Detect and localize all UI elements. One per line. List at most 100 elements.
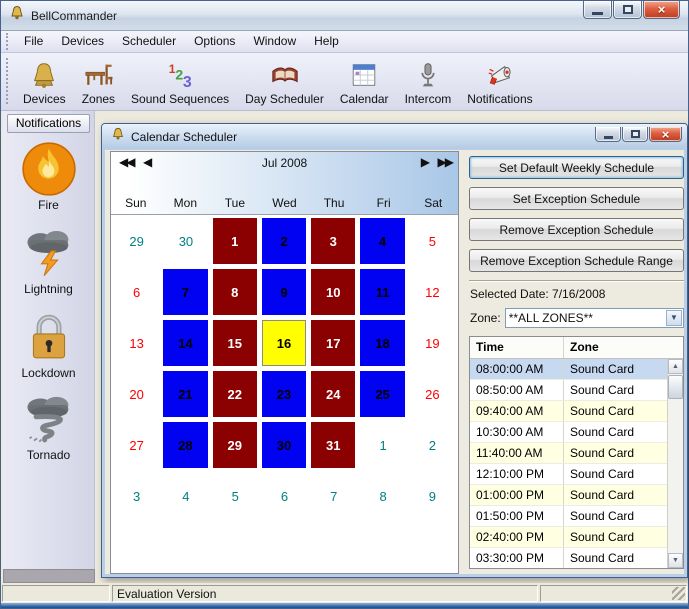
sidebar-item-tornado[interactable]: Tornado [3,391,94,462]
schedule-row[interactable]: 02:40:00 PMSound Card [470,527,667,548]
schedule-row[interactable]: 12:10:00 PMSound Card [470,464,667,485]
calendar-day-20[interactable]: 20 [112,369,161,420]
zone-column-header[interactable]: Zone [564,337,683,358]
calendar-day-10[interactable]: 10 [309,267,358,318]
time-column-header[interactable]: Time [470,337,564,358]
calendar-grid: 2930123456789101112131415161718192021222… [112,216,457,573]
calendar-day-2[interactable]: 2 [260,216,309,267]
calendar-day-21[interactable]: 21 [161,369,210,420]
calendar-day-12[interactable]: 12 [408,267,457,318]
dialog-close-button[interactable]: × [649,127,682,142]
calendar-day-26[interactable]: 26 [408,369,457,420]
zone-dropdown-button[interactable]: ▼ [666,310,682,326]
resize-grip[interactable] [672,587,685,600]
calendar-day-16[interactable]: 16 [260,318,309,369]
calendar-day-25[interactable]: 25 [358,369,407,420]
calendar-day-22[interactable]: 22 [211,369,260,420]
calendar-day-27[interactable]: 27 [112,420,161,471]
toolbar: DevicesZones123Sound SequencesDay Schedu… [1,53,688,111]
day-header-tue: Tue [210,193,260,213]
calendar-day-28[interactable]: 28 [161,420,210,471]
calendar-day-23[interactable]: 23 [260,369,309,420]
calendar-last-icon[interactable]: ▶▶ [438,155,452,169]
dialog-minimize-button[interactable] [595,127,621,142]
calendar-day-4[interactable]: 4 [358,216,407,267]
calendar-day-30[interactable]: 30 [260,420,309,471]
menubar-gripper[interactable] [6,33,11,50]
dialog-maximize-button[interactable] [622,127,648,142]
calendar-day-14[interactable]: 14 [161,318,210,369]
calendar-day-number: 19 [408,318,457,369]
menu-item-window[interactable]: Window [244,31,305,52]
calendar-day-3[interactable]: 3 [309,216,358,267]
scrollbar-thumb[interactable] [668,375,683,399]
calendar-day-6[interactable]: 6 [112,267,161,318]
menu-item-file[interactable]: File [15,31,52,52]
calendar-day-8[interactable]: 8 [211,267,260,318]
toolbar-gripper[interactable] [6,58,11,104]
calendar-day-13[interactable]: 13 [112,318,161,369]
calendar-day-8[interactable]: 8 [358,471,407,522]
calendar-day-1[interactable]: 1 [358,420,407,471]
menu-item-help[interactable]: Help [305,31,348,52]
calendar-day-6[interactable]: 6 [260,471,309,522]
schedule-row[interactable]: 08:50:00 AMSound Card [470,380,667,401]
calendar-day-9[interactable]: 9 [260,267,309,318]
calendar-day-11[interactable]: 11 [358,267,407,318]
calendar-day-31[interactable]: 31 [309,420,358,471]
set-default-weekly-schedule-button[interactable]: Set Default Weekly Schedule [469,156,684,179]
schedule-row[interactable]: 03:30:00 PMSound Card [470,548,667,569]
close-button[interactable]: × [643,1,680,19]
menu-item-options[interactable]: Options [185,31,244,52]
calendar-day-number: 28 [163,422,207,468]
set-exception-schedule-button[interactable]: Set Exception Schedule [469,187,684,210]
calendar-day-7[interactable]: 7 [161,267,210,318]
calendar-day-5[interactable]: 5 [211,471,260,522]
calendar-day-2[interactable]: 2 [408,420,457,471]
schedule-row[interactable]: 09:40:00 AMSound Card [470,401,667,422]
sidebar-item-fire[interactable]: Fire [3,141,94,212]
table-scrollbar[interactable]: ▲ ▼ [667,359,683,568]
calendar-day-1[interactable]: 1 [211,216,260,267]
calendar-next-icon[interactable]: ▶ [421,155,428,169]
schedule-row[interactable]: 10:30:00 AMSound Card [470,422,667,443]
toolbar-item-intercom[interactable]: Intercom [397,53,460,110]
remove-exception-schedule-range-button[interactable]: Remove Exception Schedule Range [469,249,684,272]
toolbar-item-day-scheduler[interactable]: Day Scheduler [237,53,332,110]
calendar-day-29[interactable]: 29 [211,420,260,471]
zone-select[interactable]: **ALL ZONES** ▼ [505,308,684,328]
schedule-row[interactable]: 01:00:00 PMSound Card [470,485,667,506]
sidebar-label-fire: Fire [3,198,94,212]
remove-exception-schedule-button[interactable]: Remove Exception Schedule [469,218,684,241]
toolbar-item-zones[interactable]: Zones [74,53,123,110]
calendar-day-3[interactable]: 3 [112,471,161,522]
calendar-day-19[interactable]: 19 [408,318,457,369]
maximize-button[interactable] [613,1,642,19]
menu-item-scheduler[interactable]: Scheduler [113,31,185,52]
calendar-day-17[interactable]: 17 [309,318,358,369]
schedule-row[interactable]: 01:50:00 PMSound Card [470,506,667,527]
calendar-day-7[interactable]: 7 [309,471,358,522]
scroll-down-icon[interactable]: ▼ [668,553,683,568]
calendar-day-24[interactable]: 24 [309,369,358,420]
sidebar-item-lockdown[interactable]: Lockdown [3,307,94,380]
schedule-row[interactable]: 11:40:00 AMSound Card [470,443,667,464]
calendar-day-29[interactable]: 29 [112,216,161,267]
calendar-day-9[interactable]: 9 [408,471,457,522]
calendar-day-15[interactable]: 15 [211,318,260,369]
toolbar-item-notifications[interactable]: Notifications [459,53,540,110]
calendar-day-5[interactable]: 5 [408,216,457,267]
menu-item-devices[interactable]: Devices [52,31,113,52]
sidebar-item-lightning[interactable]: Lightning [3,223,94,296]
calendar-day-30[interactable]: 30 [161,216,210,267]
toolbar-item-devices[interactable]: Devices [15,53,74,110]
calendar-day-18[interactable]: 18 [358,318,407,369]
minimize-button[interactable] [583,1,612,19]
toolbar-item-calendar[interactable]: Calendar [332,53,397,110]
toolbar-item-sound-sequences[interactable]: 123Sound Sequences [123,53,237,110]
calendar-day-4[interactable]: 4 [161,471,210,522]
notifications-tab[interactable]: Notifications [7,114,90,133]
calendar-day-number: 26 [408,369,457,420]
scroll-up-icon[interactable]: ▲ [668,359,683,374]
schedule-row[interactable]: 08:00:00 AMSound Card [470,359,667,380]
